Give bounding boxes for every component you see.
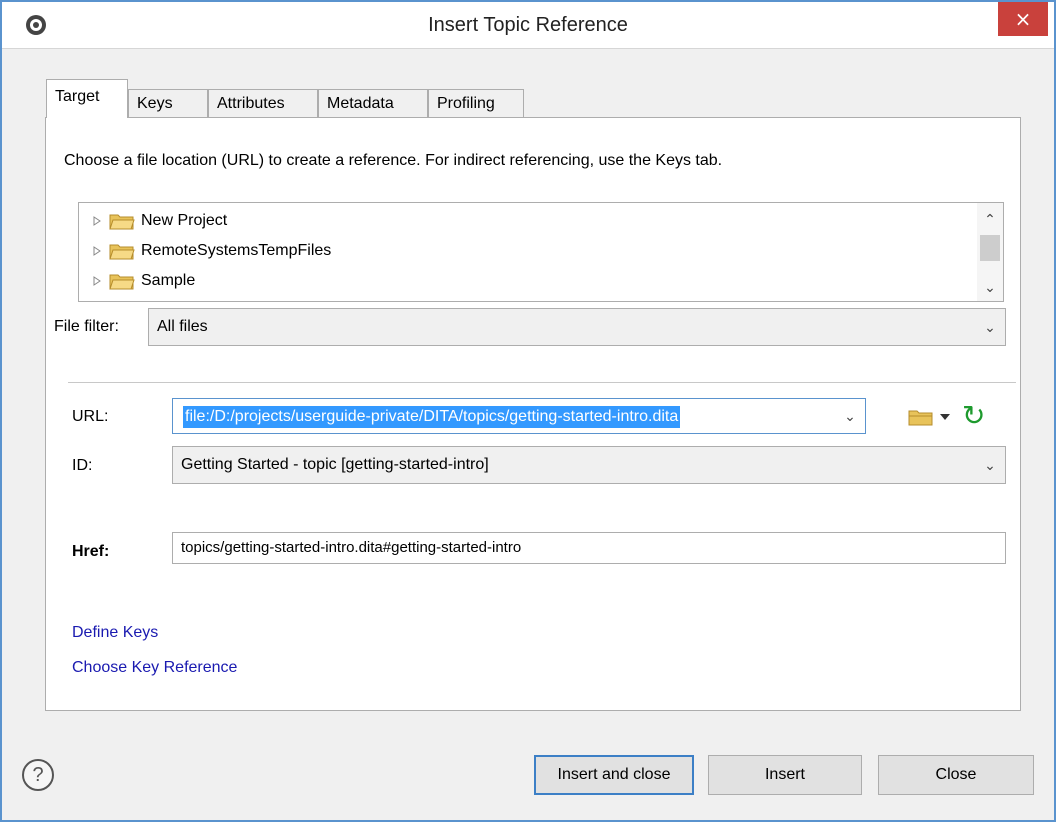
tab-target[interactable]: Target [46,79,128,118]
chevron-down-icon: ⌄ [844,408,856,424]
url-label: URL: [72,408,109,425]
url-value: file:/D:/projects/userguide-private/DITA… [183,406,681,428]
target-description: Choose a file location (URL) to create a… [64,152,723,169]
tab-attributes[interactable]: Attributes [208,89,318,117]
tab-metadata[interactable]: Metadata [318,89,428,117]
scroll-thumb[interactable] [980,235,1000,261]
file-filter-label: File filter: [54,318,119,335]
refresh-icon[interactable]: ↻ [962,400,985,432]
file-filter-select[interactable]: All files ⌄ [148,308,1006,346]
define-keys-link[interactable]: Define Keys [72,624,158,642]
separator [68,382,1016,383]
window-title: Insert Topic Reference [428,14,628,36]
tree-item-label: New Project [141,212,228,229]
tab-profiling[interactable]: Profiling [428,89,524,117]
tab-keys[interactable]: Keys [128,89,208,117]
href-value: topics/getting-started-intro.dita#gettin… [181,539,522,556]
expand-triangle-icon[interactable] [93,246,101,256]
tree-item-label: Sample [141,272,196,289]
file-tree[interactable]: New Project RemoteSystemsTempFiles Sampl… [78,202,1004,302]
close-button[interactable]: Close [878,755,1034,795]
choose-key-reference-link[interactable]: Choose Key Reference [72,659,237,677]
folder-icon [109,244,135,260]
href-input[interactable]: topics/getting-started-intro.dita#gettin… [172,532,1006,564]
insert-and-close-button[interactable]: Insert and close [534,755,694,795]
dialog-body: Target Keys Attributes Metadata Profilin… [2,49,1054,820]
id-value: Getting Started - topic [getting-started… [181,456,489,473]
tree-item-label: RemoteSystemsTempFiles [141,242,332,259]
id-select[interactable]: Getting Started - topic [getting-started… [172,446,1006,484]
browse-dropdown-icon[interactable] [940,414,950,420]
scroll-up-icon[interactable]: ⌃ [977,207,1003,231]
title-bar: Insert Topic Reference × [2,2,1054,49]
folder-icon [109,274,135,290]
expand-triangle-icon[interactable] [93,276,101,286]
window-close-button[interactable]: × [998,2,1048,36]
tree-scrollbar[interactable]: ⌃ ⌄ [977,203,1003,301]
target-panel: Choose a file location (URL) to create a… [45,117,1021,711]
id-label: ID: [72,457,93,474]
file-filter-value: All files [157,318,208,335]
url-combo[interactable]: file:/D:/projects/userguide-private/DITA… [172,398,866,434]
chevron-down-icon: ⌄ [984,319,996,335]
folder-icon [109,214,135,230]
insert-button[interactable]: Insert [708,755,862,795]
browse-folder-icon[interactable] [908,408,934,426]
href-label: Href: [72,543,110,560]
expand-triangle-icon[interactable] [93,216,101,226]
chevron-down-icon: ⌄ [984,457,996,473]
scroll-down-icon[interactable]: ⌄ [977,275,1003,299]
dialog-window: Insert Topic Reference × Target Keys Att… [0,0,1056,822]
help-icon[interactable]: ? [22,759,54,791]
